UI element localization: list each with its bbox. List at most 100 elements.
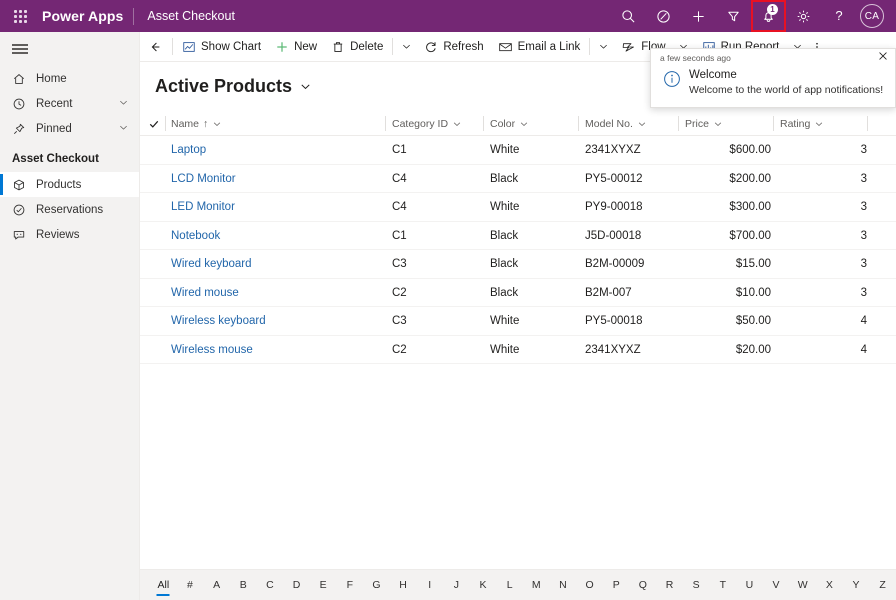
chevron-down-icon	[816, 122, 823, 127]
app-launcher-button[interactable]	[0, 0, 40, 32]
cell-name[interactable]: Laptop	[171, 136, 206, 165]
column-header-category-id[interactable]: Category ID	[392, 112, 462, 136]
settings-button[interactable]	[786, 0, 821, 32]
show-chart-button[interactable]: Show Chart	[175, 32, 268, 62]
alpha-filter-hash[interactable]: #	[177, 579, 204, 591]
sidebar-item-pinned[interactable]: Pinned	[0, 116, 139, 141]
command-divider	[172, 38, 173, 55]
alpha-filter-x[interactable]: X	[816, 579, 843, 591]
alpha-filter-s[interactable]: S	[683, 579, 710, 591]
close-icon[interactable]	[877, 49, 889, 67]
cell-name[interactable]: LCD Monitor	[171, 165, 236, 194]
sidebar-collapse-button[interactable]	[0, 32, 140, 66]
column-header-name[interactable]: Name ↑	[171, 112, 222, 136]
table-row[interactable]: Wired mouse C2 Black B2M-007 $10.00 3	[140, 279, 896, 308]
app-name-label[interactable]: Asset Checkout	[134, 9, 235, 23]
user-avatar[interactable]: CA	[860, 4, 884, 28]
alpha-filter-u[interactable]: U	[736, 579, 763, 591]
column-header-price[interactable]: Price	[685, 112, 723, 136]
alpha-filter-all[interactable]: All	[150, 579, 177, 591]
table-row[interactable]: LED Monitor C4 White PY9-00018 $300.00 3	[140, 193, 896, 222]
filter-button[interactable]	[716, 0, 751, 32]
cell-name[interactable]: Wired keyboard	[171, 250, 252, 279]
column-label: Model No.	[585, 118, 633, 130]
email-a-link-button[interactable]: Email a Link	[491, 32, 588, 62]
box-icon	[12, 178, 32, 192]
alpha-filter-z[interactable]: Z	[869, 579, 896, 591]
table-row[interactable]: Wireless keyboard C3 White PY5-00018 $50…	[140, 307, 896, 336]
sidebar-item-products[interactable]: Products	[0, 172, 139, 197]
email-more-button[interactable]	[592, 32, 614, 62]
sidebar-item-home[interactable]: Home	[0, 66, 139, 91]
alpha-filter-a[interactable]: A	[203, 579, 230, 591]
chevron-down-icon	[520, 122, 528, 127]
refresh-button[interactable]: Refresh	[417, 32, 490, 62]
alpha-filter-e[interactable]: E	[310, 579, 337, 591]
sidebar-item-recent[interactable]: Recent	[0, 91, 139, 116]
table-row[interactable]: Wired keyboard C3 Black B2M-00009 $15.00…	[140, 250, 896, 279]
search-icon	[622, 9, 635, 22]
chevron-down-icon[interactable]	[118, 122, 129, 136]
column-header-model-no[interactable]: Model No.	[585, 112, 647, 136]
table-row[interactable]: Notebook C1 Black J5D-00018 $700.00 3	[140, 222, 896, 251]
show-chart-label: Show Chart	[201, 40, 262, 53]
sidebar-item-reviews[interactable]: Reviews	[0, 222, 139, 247]
cell-category: C3	[392, 258, 407, 271]
table-row[interactable]: LCD Monitor C4 Black PY5-00012 $200.00 3	[140, 165, 896, 194]
notification-timestamp: a few seconds ago	[660, 53, 731, 63]
cell-name[interactable]: Wired mouse	[171, 279, 239, 308]
delete-button[interactable]: Delete	[324, 32, 390, 62]
alpha-filter-c[interactable]: C	[257, 579, 284, 591]
alpha-filter-p[interactable]: P	[603, 579, 630, 591]
alpha-filter-f[interactable]: F	[336, 579, 363, 591]
alpha-filter-m[interactable]: M	[523, 579, 550, 591]
header-divider	[165, 116, 166, 131]
delete-more-button[interactable]	[395, 32, 417, 62]
alpha-filter-y[interactable]: Y	[843, 579, 870, 591]
alpha-filter-g[interactable]: G	[363, 579, 390, 591]
check-circle-icon	[12, 203, 32, 217]
notifications-button[interactable]: 1	[751, 0, 786, 32]
alpha-filter-n[interactable]: N	[550, 579, 577, 591]
cell-name[interactable]: Notebook	[171, 222, 220, 251]
cell-name[interactable]: Wireless keyboard	[171, 307, 266, 336]
alpha-filter-o[interactable]: O	[576, 579, 603, 591]
cell-rating: 3	[860, 144, 867, 157]
cell-name[interactable]: LED Monitor	[171, 193, 235, 222]
sidebar-item-label: Pinned	[36, 122, 72, 135]
flow-icon	[623, 42, 635, 52]
alpha-filter-w[interactable]: W	[789, 579, 816, 591]
search-button[interactable]	[611, 0, 646, 32]
help-button[interactable]: ?	[821, 0, 856, 32]
column-header-color[interactable]: Color	[490, 112, 529, 136]
column-label: Price	[685, 118, 709, 130]
alpha-filter-v[interactable]: V	[763, 579, 790, 591]
settings-gear-icon	[797, 10, 810, 22]
new-record-button[interactable]: New	[268, 32, 324, 62]
cell-rating: 3	[860, 258, 867, 271]
alpha-filter-l[interactable]: L	[496, 579, 523, 591]
column-label: Rating	[780, 118, 811, 130]
column-header-rating[interactable]: Rating	[780, 112, 824, 136]
alpha-filter-j[interactable]: J	[443, 579, 470, 591]
select-all-checkbox[interactable]	[148, 112, 160, 136]
brand-title[interactable]: Power Apps	[40, 8, 133, 24]
alpha-filter-i[interactable]: I	[416, 579, 443, 591]
table-row[interactable]: Wireless mouse C2 White 2341XYXZ $20.00 …	[140, 336, 896, 365]
diagnostics-button[interactable]	[646, 0, 681, 32]
help-icon: ?	[835, 8, 842, 23]
new-button[interactable]	[681, 0, 716, 32]
chevron-down-icon[interactable]	[118, 97, 129, 111]
alpha-filter-r[interactable]: R	[656, 579, 683, 591]
alpha-filter-t[interactable]: T	[709, 579, 736, 591]
alpha-filter-d[interactable]: D	[283, 579, 310, 591]
sidebar-item-reservations[interactable]: Reservations	[0, 197, 139, 222]
power-apps-window: Power Apps Asset Checkout 1 ? CA Home Re…	[0, 0, 896, 600]
cell-name[interactable]: Wireless mouse	[171, 336, 253, 365]
alpha-filter-h[interactable]: H	[390, 579, 417, 591]
alpha-filter-b[interactable]: B	[230, 579, 257, 591]
alpha-filter-k[interactable]: K	[470, 579, 497, 591]
back-button[interactable]	[140, 32, 170, 62]
alpha-filter-q[interactable]: Q	[630, 579, 657, 591]
table-row[interactable]: Laptop C1 White 2341XYXZ $600.00 3	[140, 136, 896, 165]
